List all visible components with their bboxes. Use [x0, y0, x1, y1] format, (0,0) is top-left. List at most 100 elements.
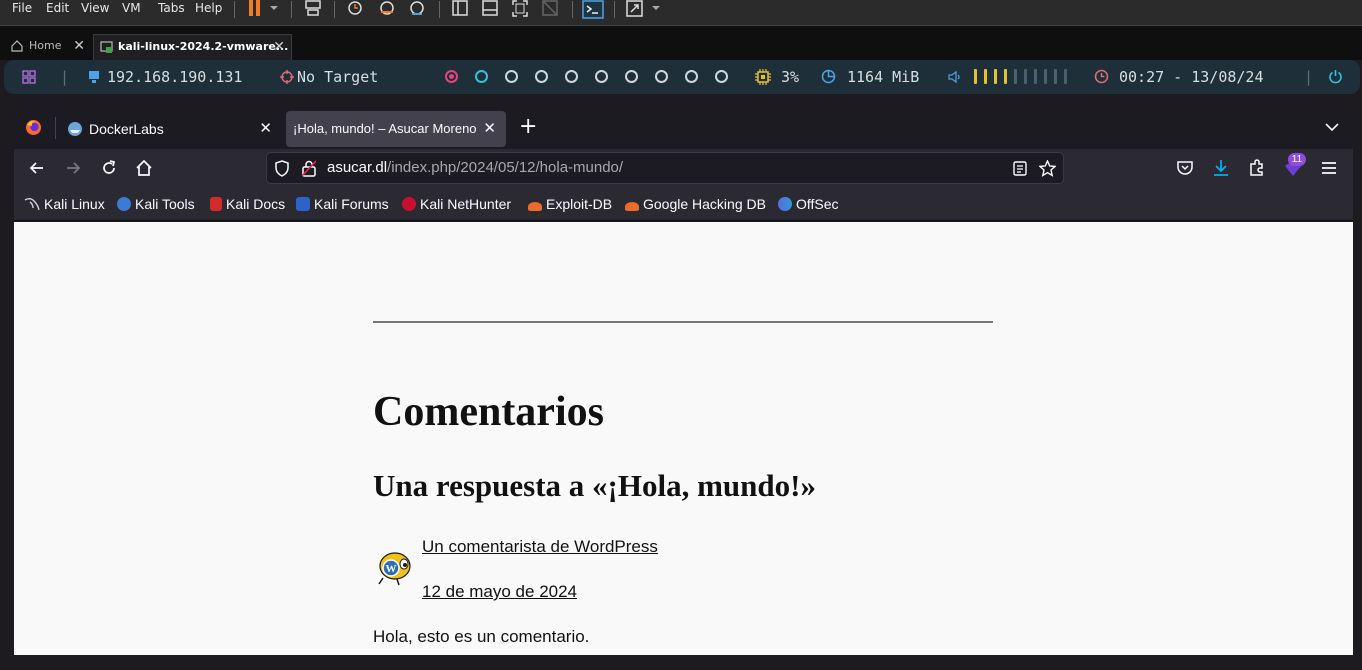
- send-keys-icon[interactable]: [304, 0, 322, 17]
- list-all-tabs-icon[interactable]: [1325, 121, 1339, 133]
- tab-dockerlabs-label: DockerLabs: [89, 121, 164, 137]
- home-icon[interactable]: [134, 158, 154, 178]
- tab-dockerlabs[interactable]: DockerLabs ✕: [58, 111, 282, 147]
- workspace-3-icon[interactable]: [505, 70, 518, 83]
- tab-separator: [55, 117, 56, 139]
- clock: 00:27 - 13/08/24: [1119, 68, 1264, 86]
- workspace-8-icon[interactable]: [655, 70, 668, 83]
- bookmark-kali-linux[interactable]: Kali Linux: [24, 195, 105, 213]
- back-icon[interactable]: [27, 158, 47, 178]
- extensions-puzzle-icon[interactable]: [1247, 158, 1267, 178]
- close-icon[interactable]: ✕: [273, 35, 285, 59]
- workspace-1-icon[interactable]: [445, 70, 458, 83]
- reader-view-icon[interactable]: [1013, 161, 1027, 176]
- svg-text:W: W: [386, 563, 397, 575]
- cpu-usage: 3%: [781, 68, 800, 86]
- tracking-protection-shield-icon[interactable]: [274, 160, 290, 177]
- url-bar[interactable]: asucar.dl/index.php/2024/05/12/hola-mund…: [266, 152, 1064, 184]
- menu-vm[interactable]: VM: [122, 0, 141, 17]
- workspace-7-icon[interactable]: [625, 70, 638, 83]
- url-text: asucar.dl/index.php/2024/05/12/hola-mund…: [327, 153, 623, 183]
- unity-icon: [542, 0, 558, 16]
- toolbar-separator: [439, 1, 440, 18]
- volume-level-bar[interactable]: [974, 69, 1074, 85]
- kali-docs-icon: [210, 197, 222, 211]
- workspace-2-icon[interactable]: [475, 70, 488, 83]
- new-tab-button[interactable]: +: [519, 115, 537, 139]
- tab-hola-mundo[interactable]: ¡Hola, mundo! – Asucar Moreno ✕: [286, 111, 506, 147]
- hamburger-menu-icon[interactable]: [1319, 158, 1339, 178]
- snapshot-icon[interactable]: [346, 0, 364, 17]
- close-icon[interactable]: ✕: [73, 34, 85, 58]
- bookmark-kali-docs[interactable]: Kali Docs: [210, 195, 285, 213]
- tab-home[interactable]: Home ✕: [5, 34, 91, 60]
- reload-icon[interactable]: [99, 158, 119, 178]
- close-icon[interactable]: ✕: [259, 111, 272, 147]
- workspace-9-icon[interactable]: [685, 70, 698, 83]
- revert-snapshot-icon[interactable]: [378, 0, 396, 17]
- full-screen-icon[interactable]: [511, 0, 529, 17]
- insecure-lock-icon[interactable]: [302, 160, 316, 177]
- toolbar-separator: [234, 1, 235, 18]
- bookmark-kali-forums[interactable]: Kali Forums: [296, 195, 389, 213]
- separator-line: [373, 321, 993, 323]
- stretch-guest-icon[interactable]: [626, 0, 644, 17]
- menu-file[interactable]: File: [12, 0, 32, 17]
- pocket-icon[interactable]: [1175, 158, 1195, 178]
- comment-date-link[interactable]: 12 de mayo de 2024: [422, 581, 577, 603]
- volume-segment: [1024, 69, 1027, 84]
- bookmark-label: Kali Linux: [44, 196, 105, 212]
- bookmark-offsec[interactable]: OffSec: [778, 195, 839, 213]
- console-view-icon[interactable]: [582, 0, 604, 19]
- firefox-menu-icon[interactable]: [25, 119, 42, 136]
- toolbar-separator: [334, 1, 335, 18]
- ip-address: 192.168.190.131: [107, 68, 243, 86]
- bookmark-label: Kali NetHunter: [420, 196, 512, 212]
- bookmark-google-hacking-db[interactable]: Google Hacking DB: [625, 195, 766, 213]
- chevron-down-icon[interactable]: [650, 0, 662, 17]
- toolbar-separator: [614, 1, 615, 18]
- bookmark-label: Kali Forums: [314, 196, 389, 212]
- comments-heading: Comentarios: [373, 389, 604, 435]
- bookmark-label: Google Hacking DB: [643, 196, 766, 212]
- panel-separator: |: [60, 68, 70, 86]
- kali-dragon-icon: [24, 198, 40, 211]
- bookmark-star-icon[interactable]: [1039, 160, 1056, 177]
- target-icon: [280, 70, 294, 84]
- snapshot-manager-icon[interactable]: [408, 0, 426, 17]
- app-grid-icon[interactable]: [22, 70, 36, 84]
- pause-icon[interactable]: [246, 0, 264, 17]
- bookmark-label: Exploit-DB: [546, 196, 613, 212]
- tab-home-label: Home: [29, 39, 62, 52]
- workspace-6-icon[interactable]: [595, 70, 608, 83]
- downloads-icon[interactable]: [1211, 158, 1231, 178]
- workspace-10-icon[interactable]: [715, 70, 728, 83]
- show-thumbnail-icon[interactable]: [481, 0, 499, 17]
- toolbar-separator: [291, 1, 292, 18]
- chevron-down-icon[interactable]: [268, 0, 280, 17]
- comment-author-link[interactable]: Un comentarista de WordPress: [422, 536, 658, 558]
- power-icon[interactable]: [1328, 69, 1343, 84]
- menu-view[interactable]: View: [81, 0, 109, 17]
- bookmark-kali-tools[interactable]: Kali Tools: [117, 195, 195, 213]
- bookmark-kali-nethunter[interactable]: Kali NetHunter: [402, 195, 511, 213]
- menu-tabs[interactable]: Tabs: [158, 0, 185, 17]
- reply-heading: Una respuesta a «¡Hola, mundo!»: [373, 468, 816, 503]
- close-icon[interactable]: ✕: [479, 111, 496, 147]
- vmware-menubar: File Edit View VM Tabs Help: [0, 0, 1362, 26]
- clock-icon: [1094, 69, 1109, 84]
- firefox-window: DockerLabs ✕ ¡Hola, mundo! – Asucar More…: [14, 107, 1353, 655]
- workspace-4-icon[interactable]: [535, 70, 548, 83]
- vmware-tab-row: Home ✕ kali-linux-2024.2-vmware... ✕: [0, 26, 1362, 60]
- bookmark-exploit-db[interactable]: Exploit-DB: [528, 195, 612, 213]
- network-icon: [89, 71, 99, 83]
- menu-help[interactable]: Help: [195, 0, 222, 17]
- tab-kali-vm[interactable]: kali-linux-2024.2-vmware... ✕: [93, 34, 292, 60]
- show-library-icon[interactable]: [451, 0, 469, 17]
- web-page-content: Comentarios Una respuesta a «¡Hola, mund…: [14, 222, 1353, 655]
- tab-kali-vm-label: kali-linux-2024.2-vmware...: [118, 40, 289, 53]
- menu-edit[interactable]: Edit: [46, 0, 69, 17]
- volume-icon[interactable]: [948, 70, 962, 84]
- workspace-5-icon[interactable]: [565, 70, 578, 83]
- volume-segment: [1004, 69, 1007, 84]
